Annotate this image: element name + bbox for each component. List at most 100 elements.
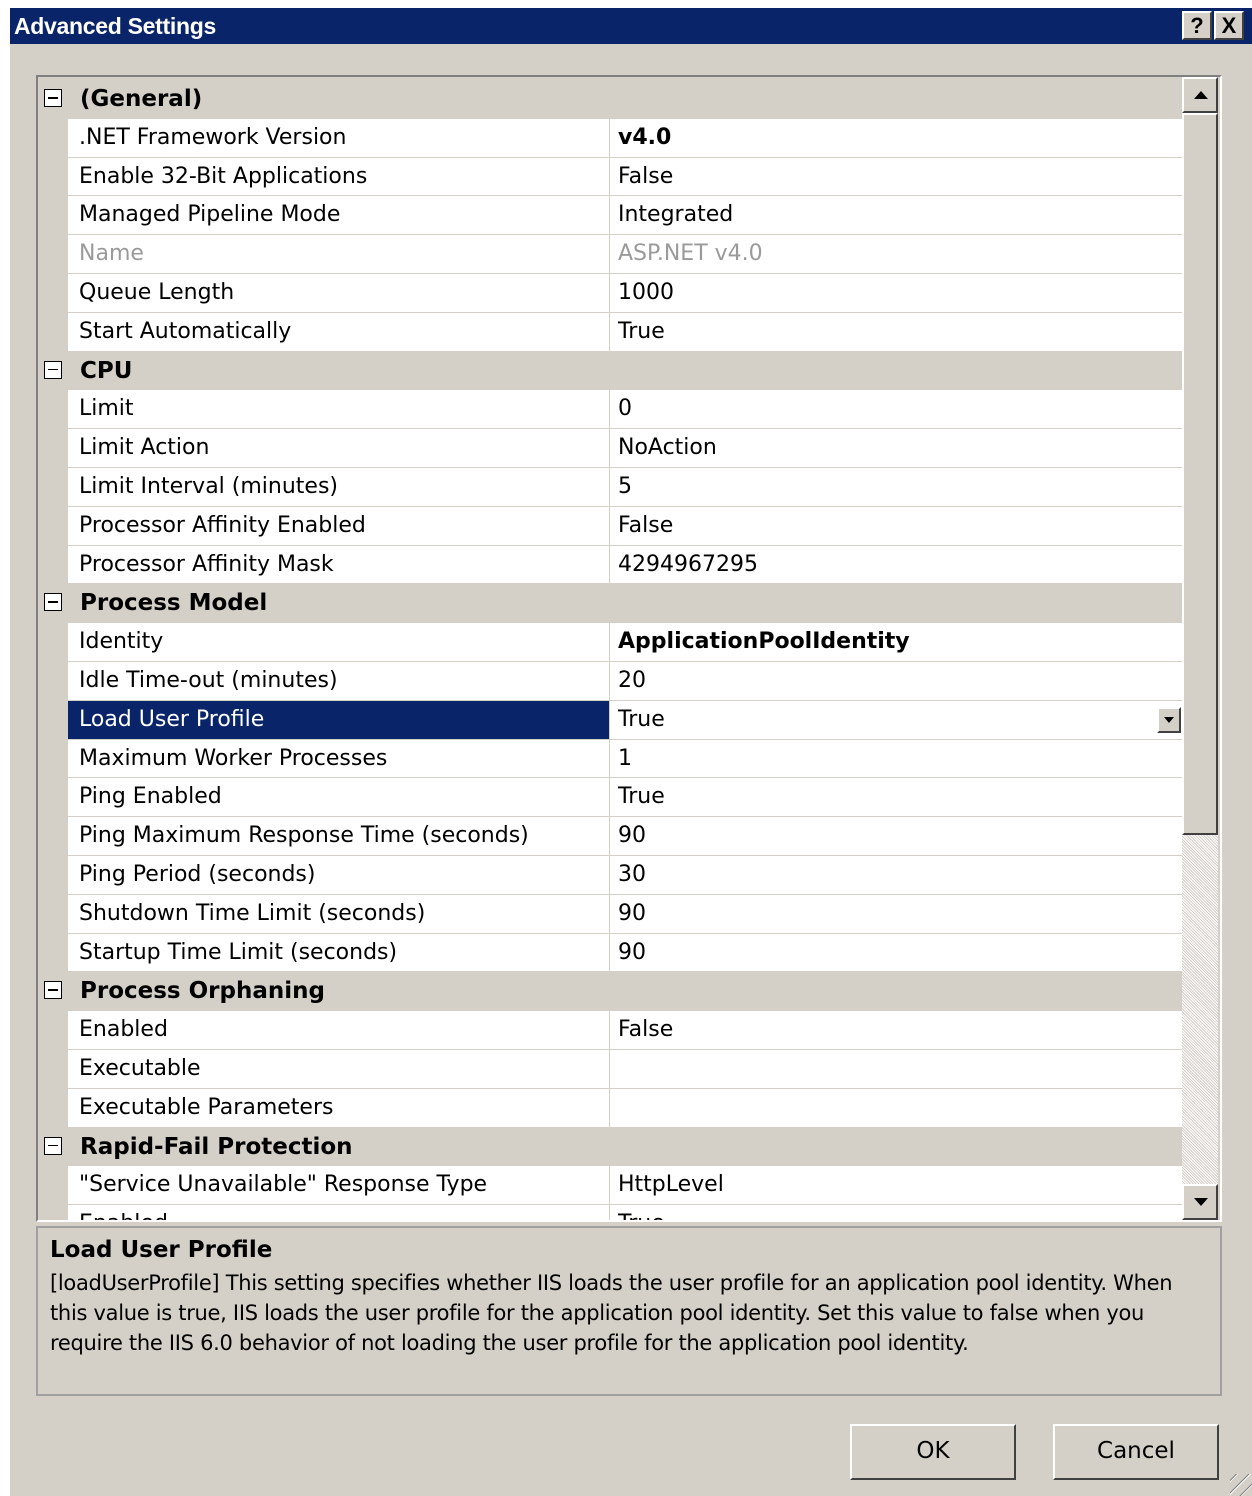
property-row[interactable]: Managed Pipeline Mode Integrated [38,196,1182,236]
property-row[interactable]: Enabled False [38,1011,1182,1050]
property-name[interactable]: Executable [68,1049,610,1088]
property-value[interactable]: False [610,157,1182,196]
property-value[interactable]: 90 [610,817,1182,855]
close-button[interactable]: X [1214,11,1244,40]
property-name[interactable]: Start Automatically [68,312,610,351]
property-row[interactable]: Processor Affinity Mask 4294967295 [38,545,1182,585]
scroll-down-button[interactable] [1182,1184,1218,1220]
property-row[interactable]: Maximum Worker Processes 1 [38,739,1182,779]
property-name[interactable]: Processor Affinity Enabled [68,506,610,545]
property-name[interactable]: Processor Affinity Mask [68,545,610,584]
property-row[interactable]: Limit Action NoAction [38,429,1182,468]
property-name[interactable]: Maximum Worker Processes [68,739,610,778]
property-name[interactable]: Name [68,235,610,273]
category-row[interactable]: Process Model [38,584,1182,624]
property-value[interactable]: 90 [610,894,1182,933]
property-row[interactable]: "Service Unavailable" Response Type HttpL… [38,1166,1182,1206]
property-value[interactable]: 30 [610,855,1182,894]
category-row[interactable]: Rapid-Fail Protection [38,1127,1182,1167]
property-row[interactable]: Enable 32-Bit Applications False [38,157,1182,197]
property-row[interactable]: Load User Profile True [38,700,1182,740]
property-name[interactable]: Identity [68,623,610,661]
property-value[interactable] [610,1088,1182,1127]
category-row[interactable]: (General) [38,80,1182,119]
property-row[interactable]: Ping Enabled True [38,778,1182,818]
property-value[interactable]: NoAction [610,429,1182,467]
property-value[interactable]: 1000 [610,273,1182,312]
title-bar[interactable]: Advanced Settings ? X [10,8,1252,44]
property-value[interactable]: HttpLevel [610,1166,1182,1205]
property-row[interactable]: Queue Length 1000 [38,273,1182,313]
property-row[interactable]: Shutdown Time Limit (seconds) 90 [38,894,1182,934]
cancel-button[interactable]: Cancel [1053,1424,1219,1480]
property-name[interactable]: Enabled [68,1205,610,1220]
property-name[interactable]: Enable 32-Bit Applications [68,157,610,196]
property-value[interactable]: 1 [610,739,1182,778]
scroll-up-button[interactable] [1182,77,1218,113]
property-name[interactable]: Queue Length [68,273,610,312]
property-row[interactable]: Identity ApplicationPoolIdentity [38,623,1182,662]
property-value[interactable]: 20 [610,661,1182,700]
property-name[interactable]: Ping Period (seconds) [68,855,610,894]
description-text: [loadUserProfile] This setting specifies… [50,1271,1173,1355]
property-value[interactable]: 0 [610,390,1182,429]
scroll-thumb[interactable] [1182,113,1218,835]
property-name[interactable]: .NET Framework Version [68,118,610,157]
property-value[interactable]: False [610,506,1182,545]
property-row[interactable]: Processor Affinity Enabled False [38,506,1182,546]
property-value[interactable]: 5 [610,467,1182,506]
collapse-icon[interactable] [44,360,62,379]
property-name[interactable]: Startup Time Limit (seconds) [68,933,610,972]
property-value[interactable]: True [610,312,1182,351]
property-row[interactable]: Limit 0 [38,390,1182,430]
collapse-icon[interactable] [44,981,62,1000]
property-name[interactable]: Enabled [68,1011,610,1049]
property-name[interactable]: Limit Interval (minutes) [68,467,610,506]
property-name[interactable]: Load User Profile [68,700,610,739]
resize-grip[interactable] [1230,1474,1252,1496]
property-row[interactable]: Startup Time Limit (seconds) 90 [38,933,1182,973]
property-value[interactable]: ApplicationPoolIdentity [610,623,1182,661]
collapse-icon[interactable] [44,1136,62,1155]
vertical-scrollbar[interactable] [1182,77,1218,1220]
help-button[interactable]: ? [1182,11,1212,40]
property-name[interactable]: Executable Parameters [68,1088,610,1127]
collapse-icon[interactable] [44,89,62,107]
collapse-icon[interactable] [44,593,62,612]
property-name[interactable]: Limit [68,390,610,429]
property-value[interactable] [610,1049,1182,1088]
dropdown-arrow-icon[interactable] [1157,706,1181,733]
property-row[interactable]: Start Automatically True [38,312,1182,352]
property-name[interactable]: "Service Unavailable" Response Type [68,1166,610,1205]
category-label: CPU [80,357,133,384]
category-row[interactable]: CPU [38,351,1182,391]
property-value[interactable]: 4294967295 [610,545,1182,584]
property-name[interactable]: Idle Time-out (minutes) [68,661,610,700]
property-name[interactable]: Ping Maximum Response Time (seconds) [68,817,610,855]
property-value[interactable]: 90 [610,933,1182,972]
property-value[interactable]: True [610,1205,1182,1220]
ok-button[interactable]: OK [850,1424,1016,1480]
property-row[interactable]: Ping Period (seconds) 30 [38,855,1182,895]
property-name[interactable]: Limit Action [68,429,610,467]
property-value[interactable]: False [610,1011,1182,1049]
property-row[interactable]: Limit Interval (minutes) 5 [38,467,1182,507]
property-value[interactable]: v4.0 [610,118,1182,157]
property-row[interactable]: Executable [38,1049,1182,1089]
property-value[interactable]: True [610,700,1182,739]
property-name[interactable]: Managed Pipeline Mode [68,196,610,235]
category-label: Process Orphaning [80,978,325,1005]
property-row[interactable]: .NET Framework Version v4.0 [38,118,1182,158]
property-name[interactable]: Shutdown Time Limit (seconds) [68,894,610,933]
property-value[interactable]: True [610,778,1182,817]
property-row[interactable]: Ping Maximum Response Time (seconds) 90 [38,817,1182,856]
property-value[interactable]: Integrated [610,196,1182,235]
property-value[interactable]: ASP.NET v4.0 [610,235,1182,273]
category-row[interactable]: Process Orphaning [38,972,1182,1012]
description-title: Load User Profile [50,1237,273,1263]
property-row[interactable]: Executable Parameters [38,1088,1182,1128]
property-row[interactable]: EnabledTrue [38,1205,1182,1220]
property-row[interactable]: Name ASP.NET v4.0 [38,235,1182,274]
property-name[interactable]: Ping Enabled [68,778,610,817]
property-row[interactable]: Idle Time-out (minutes) 20 [38,661,1182,701]
